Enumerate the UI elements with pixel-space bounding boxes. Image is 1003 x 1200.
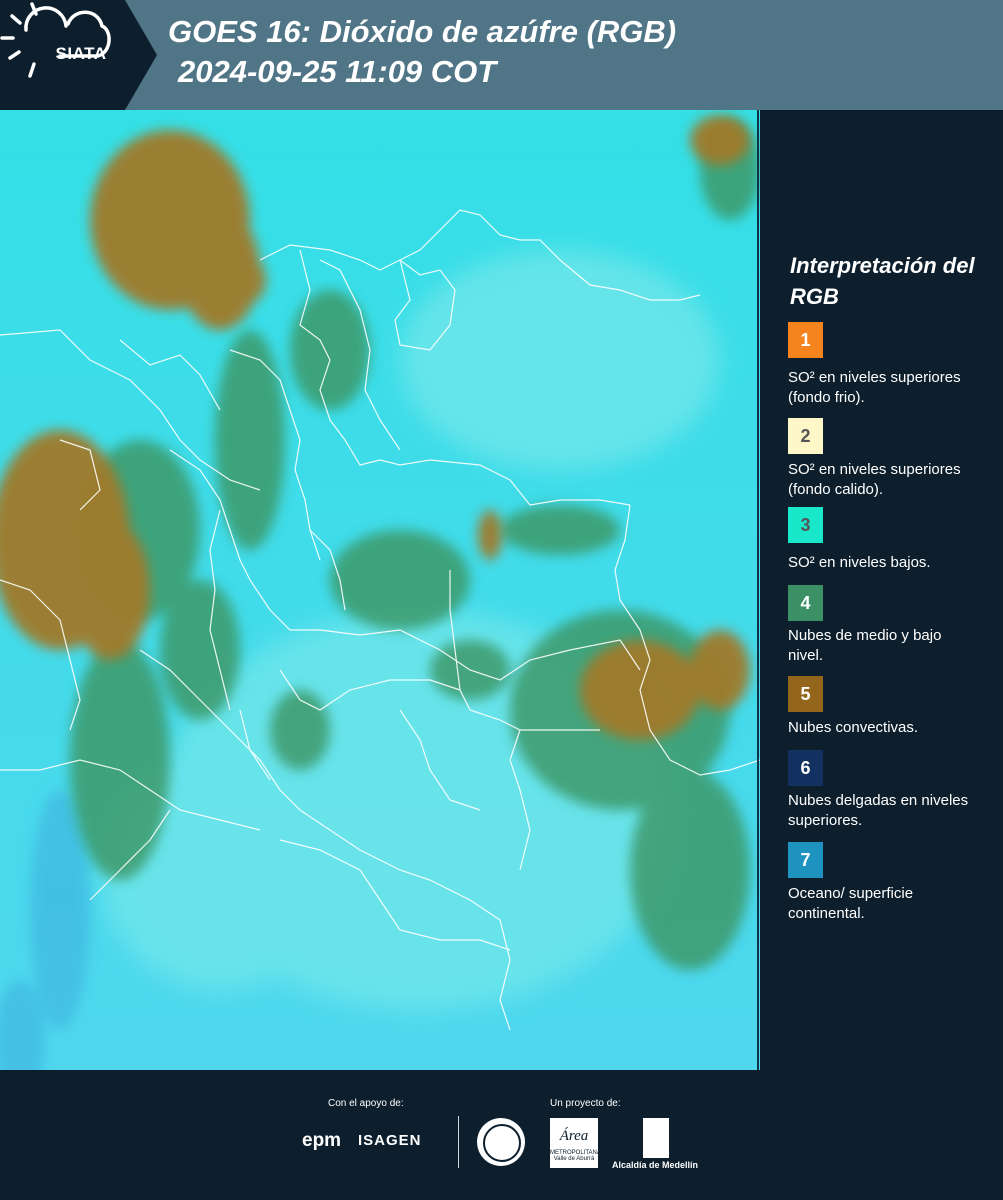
alcaldia-shield-icon [643, 1118, 669, 1158]
satellite-image [0, 110, 760, 1070]
legend-label-1: SO² en niveles superiores (fondo frio). [788, 369, 961, 406]
support-label: Con el apoyo de: [328, 1098, 404, 1109]
logo-panel: SIATA [0, 0, 160, 110]
area-logo-subtitle: METROPOLITANA Valle de Aburrá [550, 1150, 601, 1162]
legend-label-2: SO² en niveles superiores (fondo calido)… [788, 461, 961, 498]
page-timestamp: 2024-09-25 11:09 COT [178, 54, 497, 89]
legend-swatch-4: 4 [788, 585, 823, 621]
legend-label-6: Nubes delgadas en niveles superiores. [788, 792, 969, 829]
footer: Con el apoyo de: Un proyecto de: epm ISA… [0, 1070, 1003, 1200]
project-label: Un proyecto de: [550, 1098, 621, 1109]
legend-swatch-3: 3 [788, 507, 823, 543]
legend-swatch-2: 2 [788, 418, 823, 454]
isagen-logo: ISAGEN [358, 1132, 422, 1149]
legend-swatch-7: 7 [788, 842, 823, 878]
footer-divider [458, 1116, 459, 1168]
header-bar: SIATA GOES 16: Dióxido de azúfre (RGB) 2… [0, 0, 1003, 110]
legend-panel: Interpretación del RGB 1 SO² en niveles … [762, 110, 1003, 1070]
area-logo-word: Área [559, 1128, 589, 1144]
legend-swatch-1: 1 [788, 322, 823, 358]
epm-logo: epm [302, 1130, 342, 1151]
page-title: GOES 16: Dióxido de azúfre (RGB) [168, 14, 677, 49]
medellin-seal-icon [477, 1118, 525, 1166]
siata-logo-text: SIATA [55, 44, 107, 63]
area-metropolitana-logo: Área METROPOLITANA Valle de Aburrá [550, 1118, 601, 1168]
alcaldia-logo-text: Alcaldía de Medellín [612, 1160, 699, 1170]
legend-label-5: Nubes convectivas. [788, 719, 919, 736]
legend-label-3: SO² en niveles bajos. [788, 554, 931, 571]
map-right-border [757, 110, 759, 1070]
legend-swatch-6: 6 [788, 750, 823, 786]
legend-swatch-5: 5 [788, 676, 823, 712]
legend-label-4: Nubes de medio y bajo nivel. [788, 627, 942, 664]
sun-cloud-icon [0, 2, 111, 78]
seal-ring [483, 1124, 521, 1162]
satellite-map[interactable] [0, 110, 760, 1070]
legend-label-7: Oceano/ superficie continental. [788, 885, 914, 922]
legend-title: Interpretación del RGB [790, 253, 975, 309]
